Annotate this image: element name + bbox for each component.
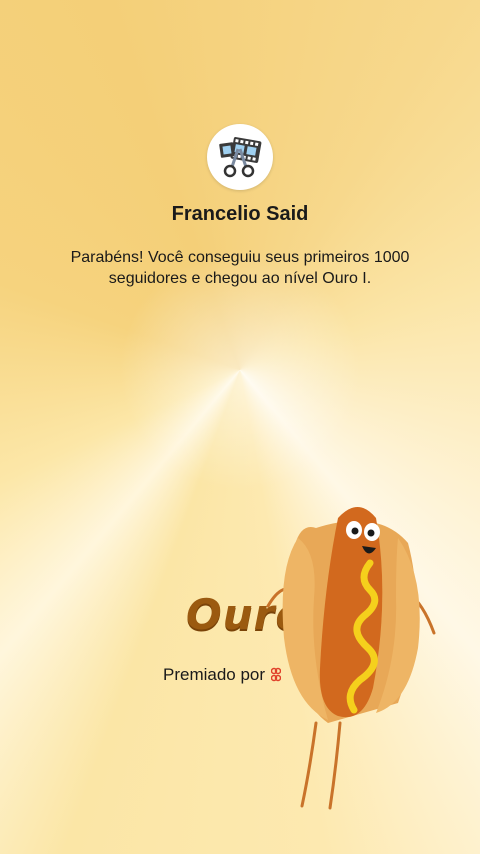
hotdog-mascot-icon [266,507,436,810]
avatar[interactable] [207,124,273,190]
congratulation-message: Parabéns! Você conseguiu seus primeiros … [70,249,410,287]
profile-name: Francelio Said [171,203,309,225]
film-scissors-icon [219,137,262,178]
awarded-by-label: Premiado por [163,665,266,684]
